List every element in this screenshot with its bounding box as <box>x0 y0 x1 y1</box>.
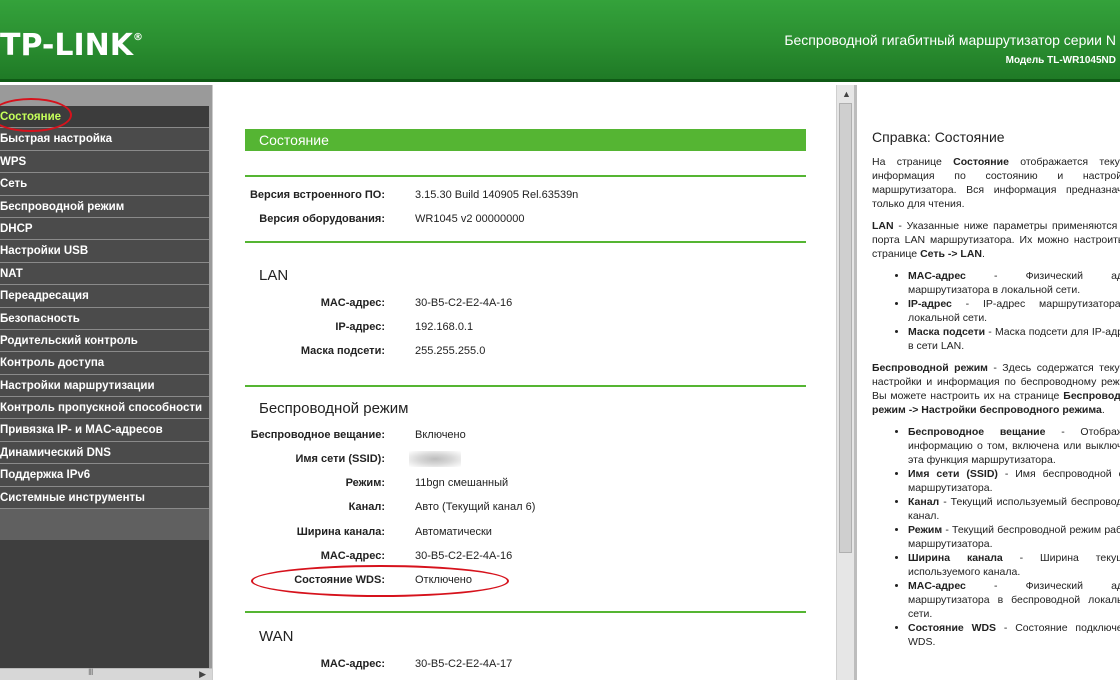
content-vertical-scrollbar[interactable]: ▲ <box>836 85 854 680</box>
menu-item-parental-control[interactable]: Родительский контроль <box>0 329 209 353</box>
scrollbar-thumb[interactable] <box>839 103 852 553</box>
list-item: MAC-адрес - Физический адрес маршрутизат… <box>908 579 1120 621</box>
lan-mac-label: MAC-адрес: <box>320 297 385 309</box>
help-title: Справка: Состояние <box>872 129 1005 145</box>
menu-item-ip-mac-binding[interactable]: Привязка IP- и MAC-адресов <box>0 419 209 442</box>
list-item: Режим - Текущий беспроводной режим работ… <box>908 523 1120 551</box>
wireless-mac-label: MAC-адрес: <box>320 550 385 562</box>
menu-item-forwarding[interactable]: Переадресация <box>0 285 209 308</box>
help-lan-paragraph: LAN - Указанные ниже параметры применяют… <box>872 220 1120 260</box>
lan-section-title: LAN <box>259 267 289 284</box>
firmware-label: Версия встроенного ПО: <box>249 189 385 201</box>
highlight-ellipse-wds <box>251 565 509 597</box>
tp-link-logo: TP-LINK® <box>0 28 144 63</box>
header: TP-LINK® Беспроводной гигабитный маршрут… <box>0 0 1120 82</box>
hardware-label: Версия оборудования: <box>259 213 385 225</box>
left-menu: Состояние Быстрая настройка WPS Сеть Бес… <box>0 85 212 680</box>
wireless-mode-value: 11bgn смешанный <box>415 477 509 489</box>
product-title: Беспроводной гигабитный маршрутизатор се… <box>784 32 1116 48</box>
firmware-value: 3.15.30 Build 140905 Rel.63539n <box>415 189 579 201</box>
menu-item-nat[interactable]: NAT <box>0 262 209 286</box>
menu-item-ipv6[interactable]: Поддержка IPv6 <box>0 464 209 487</box>
menu-item-dhcp[interactable]: DHCP <box>0 217 209 241</box>
help-body: На странице Состояние отображается текущ… <box>872 155 1120 657</box>
menu-item-routing[interactable]: Настройки маршрутизации <box>0 374 209 398</box>
divider <box>245 241 806 243</box>
menu-item-usb-settings[interactable]: Настройки USB <box>0 240 209 263</box>
page-title: Состояние <box>245 129 806 151</box>
scroll-up-arrow-icon[interactable]: ▲ <box>842 89 851 99</box>
help-intro: На странице Состояние отображается текущ… <box>872 156 1120 210</box>
menu-item-system-tools[interactable]: Системные инструменты <box>0 486 209 510</box>
menu-empty-area <box>0 540 209 680</box>
divider <box>245 175 806 177</box>
channel-value: Авто (Текущий канал 6) <box>415 501 536 513</box>
channel-label: Канал: <box>348 501 385 513</box>
list-item: Состояние WDS - Состояние подключения WD… <box>908 621 1120 649</box>
help-lan-list: MAC-адрес - Физический адрес маршрутизат… <box>908 269 1120 353</box>
menu-item-dynamic-dns[interactable]: Динамический DNS <box>0 441 209 465</box>
channel-width-value: Автоматически <box>415 526 492 538</box>
lan-ip-label: IP-адрес: <box>335 321 385 333</box>
status-content: Состояние Версия встроенного ПО: 3.15.30… <box>212 85 836 680</box>
wan-section-title: WAN <box>259 628 294 645</box>
help-panel: Справка: Состояние На странице Состояние… <box>854 85 1120 680</box>
wireless-section-title: Беспроводной режим <box>259 400 409 417</box>
lan-mac-value: 30-B5-C2-E2-4A-16 <box>415 297 513 309</box>
list-item: Имя сети (SSID) - Имя беспроводной сети … <box>908 467 1120 495</box>
wireless-mode-label: Режим: <box>345 477 385 489</box>
menu-item-security[interactable]: Безопасность <box>0 307 209 330</box>
menu-item-access-control[interactable]: Контроль доступа <box>0 352 209 375</box>
divider <box>245 385 806 387</box>
menu-item-wireless[interactable]: Беспроводной режим <box>0 195 209 218</box>
wireless-mac-value: 30-B5-C2-E2-4A-16 <box>415 550 513 562</box>
wireless-broadcast-value: Включено <box>415 429 466 441</box>
help-wireless-list: Беспроводное вещание - Отображает информ… <box>908 425 1120 649</box>
scroll-right-arrow-icon[interactable]: ▶ <box>199 669 206 680</box>
list-item: Канал - Текущий используемый беспроводно… <box>908 495 1120 523</box>
list-item: Беспроводное вещание - Отображает информ… <box>908 425 1120 467</box>
menu-horizontal-scrollbar[interactable]: III ▶ <box>0 667 212 680</box>
wan-mac-label: MAC-адрес: <box>320 658 385 670</box>
ssid-label: Имя сети (SSID): <box>295 453 385 465</box>
lan-mask-value: 255.255.255.0 <box>415 345 486 357</box>
menu-item-network[interactable]: Сеть <box>0 173 209 196</box>
menu-item-bandwidth-control[interactable]: Контроль пропускной способности <box>0 397 209 420</box>
menu-item-wps[interactable]: WPS <box>0 150 209 174</box>
lan-mask-label: Маска подсети: <box>300 345 385 357</box>
list-item: Маска подсети - Маска подсети для IP-адр… <box>908 325 1120 353</box>
wan-mac-value: 30-B5-C2-E2-4A-17 <box>415 658 513 670</box>
divider <box>245 611 806 613</box>
help-wireless-paragraph: Беспроводной режим - Здесь содержатся те… <box>872 362 1120 416</box>
list-item: IP-адрес - IP-адрес маршрутизатора в лок… <box>908 297 1120 325</box>
channel-width-label: Ширина канала: <box>296 526 385 538</box>
scrollbar-grip-icon: III <box>88 667 93 677</box>
hardware-value: WR1045 v2 00000000 <box>415 213 525 225</box>
list-item: Ширина канала - Ширина текущего использу… <box>908 551 1120 579</box>
product-model: Модель TL-WR1045ND <box>1005 55 1116 66</box>
lan-ip-value: 192.168.0.1 <box>415 321 474 333</box>
ssid-value-blurred <box>409 451 461 467</box>
wireless-broadcast-label: Беспроводное вещание: <box>250 429 385 441</box>
list-item: MAC-адрес - Физический адрес маршрутизат… <box>908 269 1120 297</box>
